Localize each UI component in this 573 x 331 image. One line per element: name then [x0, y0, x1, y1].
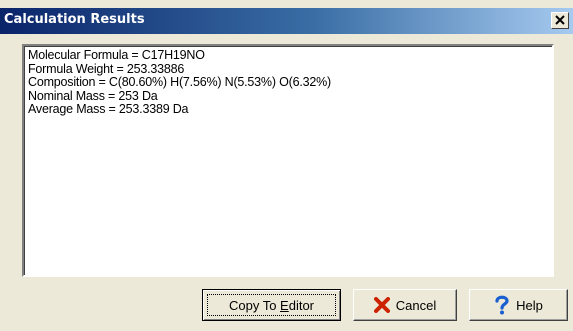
result-line-formula-weight: Formula Weight = 253.33886: [28, 61, 185, 76]
help-label: Help: [516, 297, 543, 313]
result-line-nominal-mass: Nominal Mass = 253 Da: [28, 88, 158, 103]
window-title: Calculation Results: [4, 12, 145, 27]
copy-to-editor-button[interactable]: Copy To Editor: [202, 289, 341, 321]
result-line-composition: Composition = C(80.60%) H(7.56%) N(5.53%…: [28, 75, 331, 90]
calculation-results-dialog: Calculation Results Molecular Formula = …: [0, 0, 573, 331]
result-line-average-mass: Average Mass = 253.3389 Da: [28, 102, 189, 117]
title-bar[interactable]: Calculation Results: [0, 8, 573, 34]
close-button[interactable]: [551, 12, 569, 29]
question-mark-icon: [495, 295, 509, 315]
results-text-area[interactable]: Molecular Formula = C17H19NO Formula Wei…: [22, 44, 554, 277]
cancel-button[interactable]: Cancel: [353, 289, 457, 321]
help-button[interactable]: Help: [469, 289, 568, 321]
cancel-label: Cancel: [395, 297, 437, 313]
result-line-molecular-formula: Molecular Formula = C17H19NO: [28, 48, 205, 62]
focus-rectangle: [207, 294, 336, 316]
red-x-icon: [373, 297, 390, 313]
close-icon: [555, 15, 565, 25]
